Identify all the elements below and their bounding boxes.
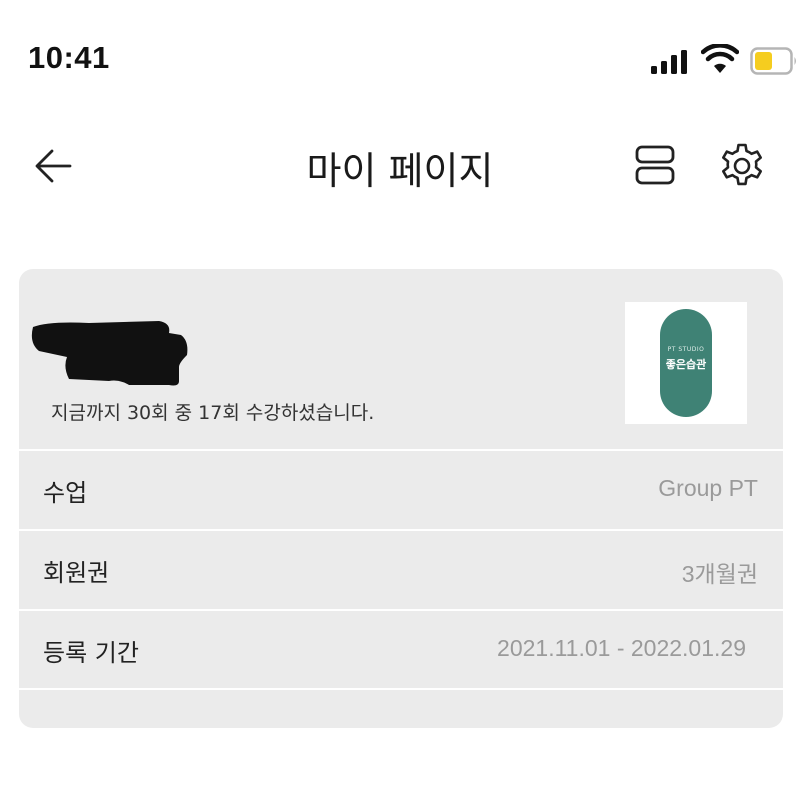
status-bar: 10:41 [0,0,800,110]
class-value: Group PT [658,475,758,501]
cellular-signal-icon [651,50,687,74]
page-title: 마이 페이지 [306,149,494,193]
period-row: 등록 기간 2021.11.01 - 2022.01.29 [19,611,783,689]
battery-icon [750,47,796,75]
gear-icon[interactable] [718,142,766,190]
logo-subtext: PT STUDIO [667,346,705,353]
period-value: 2021.11.01 - 2022.01.29 [497,635,746,661]
studio-logo: PT STUDIO 좋은습관 [625,302,747,424]
server-list-icon[interactable] [634,144,678,186]
membership-card: 지금까지 30회 중 17회 수강하셨습니다. PT STUDIO 좋은습관 수… [19,269,783,728]
membership-value: 3개월권 [681,561,758,587]
wifi-icon [701,44,739,73]
attendance-summary: 지금까지 30회 중 17회 수강하셨습니다. [51,402,375,424]
divider [19,688,783,690]
logo-text: 좋은습관 [665,358,707,371]
membership-label: 회원권 [43,559,110,587]
nav-bar: 마이 페이지 [0,118,800,208]
membership-row: 회원권 3개월권 [19,531,783,609]
period-label: 등록 기간 [43,639,139,667]
class-label: 수업 [43,479,88,507]
status-time: 10:41 [28,40,110,75]
redacted-name [31,321,188,386]
class-row: 수업 Group PT [19,451,783,529]
